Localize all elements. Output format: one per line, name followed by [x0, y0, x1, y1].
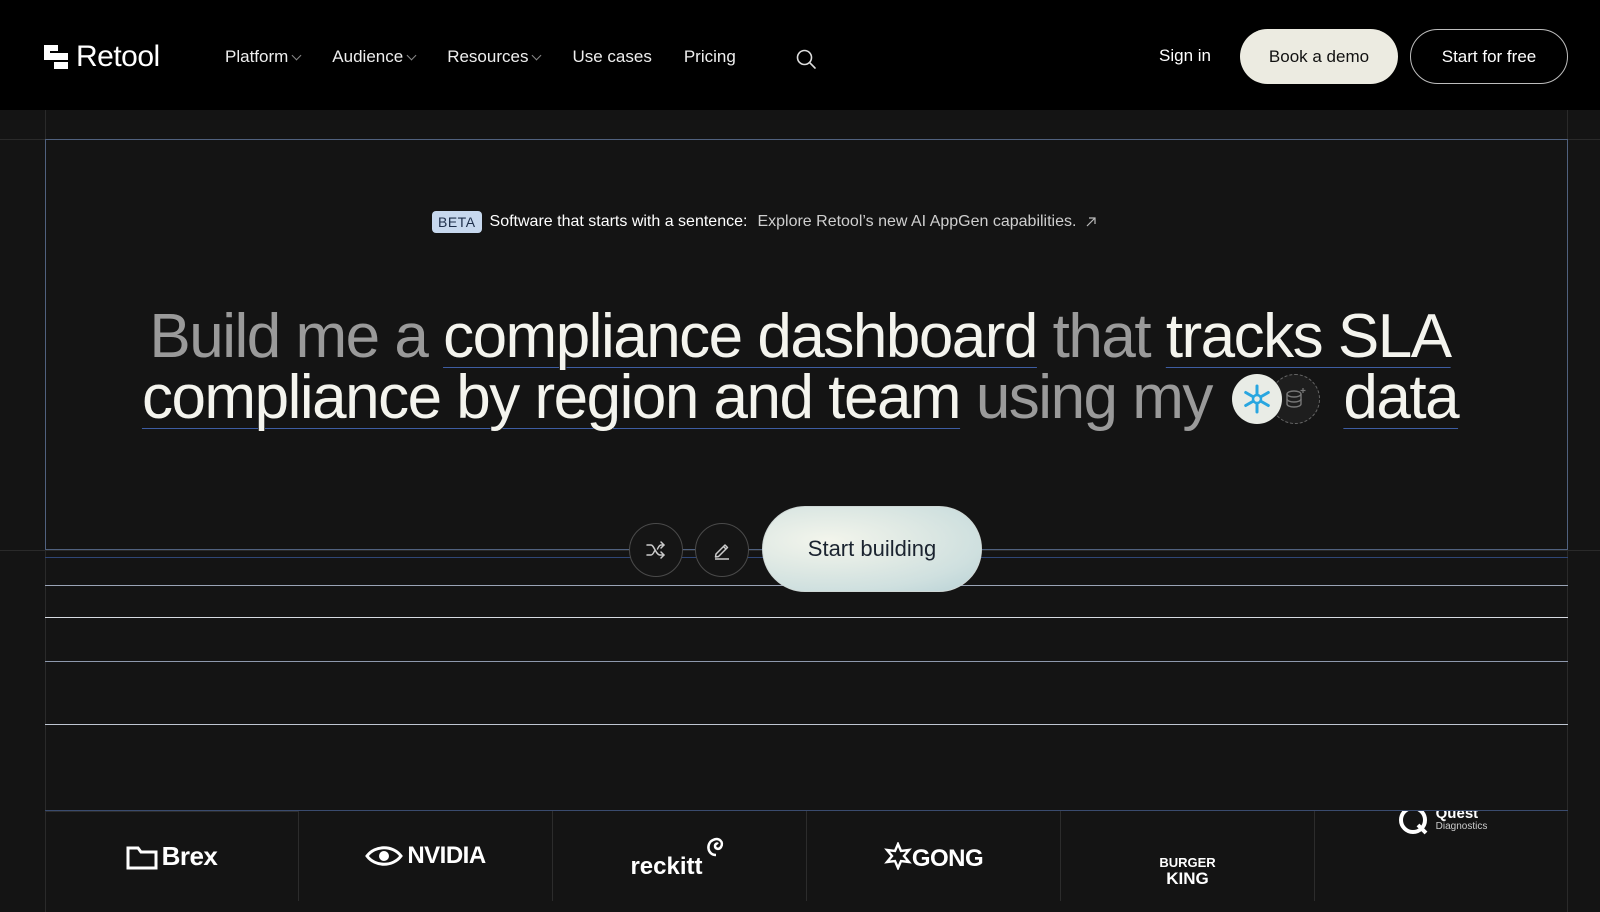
menu-item-platform[interactable]: Platform	[225, 47, 302, 67]
headline-text: Build me a	[149, 302, 428, 371]
chevron-down-icon	[406, 50, 417, 60]
top-navbar: Retool Platform Audience Resources Use c…	[0, 0, 1600, 110]
headline-line-2: compliance by region and team using my d…	[0, 367, 1600, 429]
sign-in-link[interactable]: Sign in	[1159, 46, 1211, 66]
menu-item-audience[interactable]: Audience	[332, 47, 417, 67]
prompt-token-metric[interactable]: tracks SLA	[1166, 302, 1452, 371]
data-source-picker[interactable]	[1231, 372, 1324, 426]
logo-text: Brex	[161, 841, 218, 871]
prompt-token-data[interactable]: data	[1343, 363, 1459, 432]
pencil-icon	[714, 544, 729, 560]
gong-star-icon	[883, 842, 912, 870]
menu-item-use-cases[interactable]: Use cases	[572, 47, 651, 67]
logo-text: NVIDIA	[407, 842, 486, 869]
banner-text: Software that starts with a sentence:	[489, 213, 748, 230]
headline-text: that	[1052, 302, 1152, 371]
banner-link[interactable]: Explore Retool’s new AI AppGen capabilit…	[757, 213, 1076, 231]
logo-brex: Brex	[45, 811, 299, 901]
brex-logo-icon	[126, 846, 158, 869]
menu-label: Resources	[447, 47, 529, 66]
search-icon[interactable]	[795, 48, 817, 70]
retool-logo-icon	[44, 45, 68, 69]
prompt-token-app-type[interactable]: compliance dashboard	[443, 302, 1038, 371]
menu-label: Platform	[225, 47, 289, 66]
logo-text: GONG	[911, 845, 984, 872]
menu-label: Pricing	[683, 47, 736, 66]
logo-quest-diagnostics: Quest Diagnostics	[1315, 811, 1568, 901]
snowflake-icon[interactable]	[1231, 374, 1282, 424]
shuffle-icon	[646, 541, 665, 559]
brand-name: Retool	[76, 40, 160, 73]
menu-item-resources[interactable]: Resources	[447, 47, 542, 67]
menu-item-pricing[interactable]: Pricing	[684, 47, 736, 67]
edit-button[interactable]	[695, 523, 749, 577]
chevron-down-icon	[532, 50, 542, 60]
decor-line	[45, 661, 1568, 662]
logo-gong: GONG	[807, 811, 1061, 901]
nvidia-eye-icon	[365, 846, 404, 866]
logo-text: reckitt	[630, 853, 703, 880]
book-demo-button[interactable]: Book a demo	[1240, 29, 1398, 84]
reckitt-swirl-icon	[706, 837, 723, 857]
shuffle-button[interactable]	[629, 523, 683, 577]
decor-line	[45, 617, 1568, 618]
logo-text: KING	[1166, 869, 1209, 888]
chevron-down-icon	[291, 50, 302, 60]
menu-label: Use cases	[572, 47, 652, 66]
logo-text: Quest	[1435, 811, 1479, 822]
prompt-token-grouping[interactable]: compliance by region and team	[142, 363, 962, 432]
announcement-banner[interactable]: BETA Software that starts with a sentenc…	[432, 211, 1098, 233]
logo-nvidia: NVIDIA	[299, 811, 553, 901]
decor-line	[45, 724, 1568, 725]
menu-label: Audience	[332, 47, 404, 66]
logo-burger-king: BURGER KING	[1061, 811, 1315, 901]
main-menu: Platform Audience Resources Use cases Pr…	[225, 47, 768, 67]
headline-line-1: Build me a compliance dashboard that tra…	[0, 306, 1600, 368]
logo-text: Diagnostics	[1435, 821, 1488, 832]
logo-reckitt: reckitt	[553, 811, 807, 901]
retool-logo[interactable]: Retool	[44, 40, 160, 74]
beta-badge: BETA	[432, 211, 482, 233]
start-for-free-button[interactable]: Start for free	[1410, 29, 1568, 84]
start-building-button[interactable]: Start building	[762, 506, 982, 592]
quest-logo-icon	[1398, 811, 1428, 835]
customer-logos-row: Brex NVIDIA reckitt GONG BURGER KING Que	[45, 811, 1568, 901]
headline-text: using my	[975, 363, 1214, 432]
arrow-up-right-icon	[1087, 217, 1097, 227]
